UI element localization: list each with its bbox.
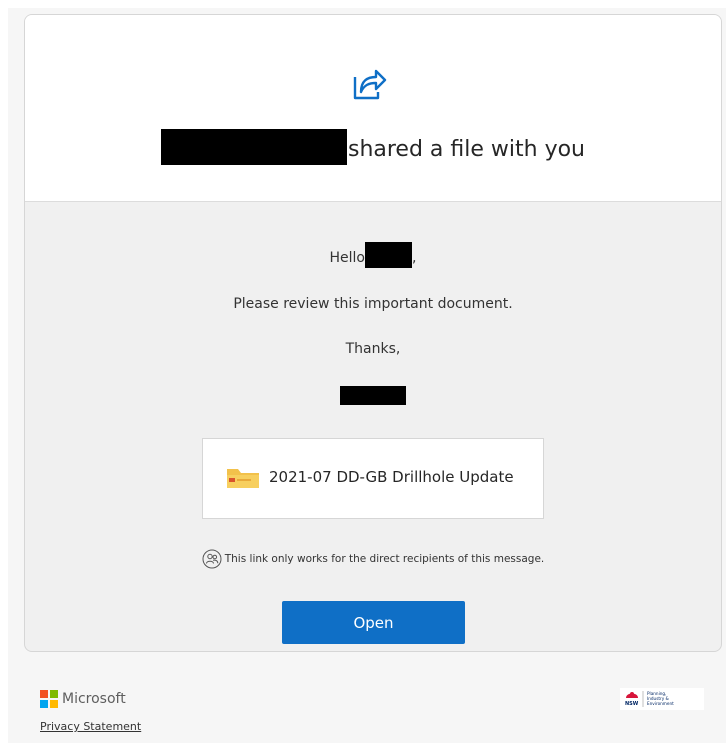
svg-text:NSW: NSW bbox=[625, 701, 639, 707]
open-button[interactable]: Open bbox=[282, 601, 465, 644]
recipient-notice: This link only works for the direct reci… bbox=[25, 549, 721, 569]
card-header: shared a file with you bbox=[25, 15, 721, 202]
greeting-comma: , bbox=[412, 250, 417, 266]
greeting-line: Hello, bbox=[25, 242, 721, 268]
share-title: shared a file with you bbox=[25, 129, 721, 171]
redacted-sender-name bbox=[160, 129, 347, 165]
shared-file-link[interactable]: 2021-07 DD-GB Drillhole Update bbox=[202, 438, 544, 519]
folder-icon bbox=[227, 469, 259, 488]
redacted-signature bbox=[340, 386, 406, 405]
redacted-recipient-name bbox=[365, 242, 413, 268]
share-card: shared a file with you Hello, Please rev… bbox=[24, 14, 722, 652]
people-icon bbox=[202, 549, 222, 569]
file-name: 2021-07 DD-GB Drillhole Update bbox=[269, 468, 514, 486]
nsw-logo-line-3: Environment bbox=[647, 701, 674, 706]
notice-text: This link only works for the direct reci… bbox=[224, 553, 545, 565]
email-background: shared a file with you Hello, Please rev… bbox=[8, 8, 726, 743]
privacy-statement-link[interactable]: Privacy Statement bbox=[40, 720, 141, 733]
signature-line bbox=[25, 386, 721, 405]
message-text: Please review this important document. bbox=[233, 296, 513, 312]
share-title-text: shared a file with you bbox=[347, 136, 585, 162]
share-arrow-icon bbox=[353, 69, 387, 100]
greeting-text: Hello bbox=[329, 250, 366, 266]
microsoft-logo-icon bbox=[40, 689, 58, 708]
microsoft-branding: Microsoft bbox=[40, 688, 126, 708]
nsw-government-logo: NSW Planning, Industry & Environment bbox=[620, 688, 704, 710]
microsoft-wordmark: Microsoft bbox=[62, 690, 126, 707]
signoff-text: Thanks, bbox=[345, 341, 401, 357]
